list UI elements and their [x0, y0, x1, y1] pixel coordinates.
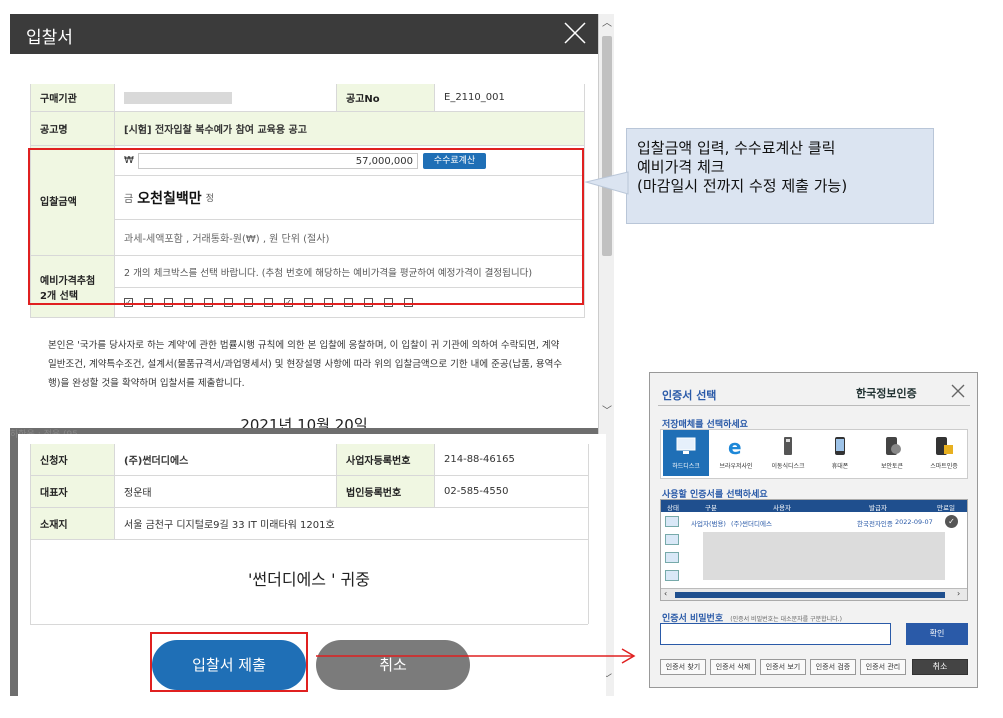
media-phone[interactable]: 휴대폰 — [817, 430, 863, 476]
scroll-up-icon[interactable]: ︿ — [601, 18, 613, 30]
scroll-down-icon[interactable]: ﹀ — [601, 406, 613, 418]
bid-form-upper: 구매기관 공고No E_2110_001 공고명 [시험] 전자입찰 복수예가 … — [10, 54, 598, 428]
corpno-value: 02-585-4550 — [434, 476, 588, 508]
cert-brand-logo: 한국정보인증 — [856, 387, 917, 400]
media-token[interactable]: 보안토큰 — [869, 430, 915, 476]
callout-line2: 예비가격 체크 — [637, 158, 725, 176]
col-issuer: 발급자 — [869, 504, 887, 512]
highlight-box — [28, 148, 584, 305]
smart-cert-icon — [933, 435, 955, 457]
storage-media-bar: 하드디스크 e 브라우저사인 이동식디스크 휴대폰 보안토큰 스마트인증 — [660, 429, 968, 479]
media-harddisk[interactable]: 하드디스크 — [663, 430, 709, 476]
phone-icon — [829, 435, 851, 457]
col-kind: 구분 — [705, 504, 717, 512]
cert-dialog-title: 인증서 선택 — [662, 389, 717, 402]
media-smart[interactable]: 스마트인증 — [921, 430, 967, 476]
scroll-left-icon[interactable]: ‹ — [664, 589, 667, 598]
redacted-block — [703, 532, 945, 580]
usb-icon — [777, 435, 799, 457]
check-icon: ✓ — [945, 515, 958, 528]
close-icon[interactable] — [562, 20, 588, 46]
buyer-label: 구매기관 — [30, 84, 114, 112]
buyer-value — [114, 84, 336, 112]
verify-cert-button[interactable]: 인증서 검증 — [810, 659, 856, 675]
view-cert-button[interactable]: 인증서 보기 — [760, 659, 806, 675]
scrollbar-thumb[interactable] — [675, 592, 945, 598]
media-label: 휴대폰 — [831, 463, 849, 470]
cert-icon — [665, 570, 679, 581]
arrow-icon — [316, 648, 636, 664]
instruction-callout: 입찰금액 입력, 수수료계산 클릭 예비가격 체크 (마감일시 전까지 수정 제… — [626, 128, 934, 224]
media-label: 이동식디스크 — [771, 463, 805, 470]
cert-icon — [665, 516, 679, 527]
browser-e-icon: e — [725, 435, 747, 459]
close-icon[interactable] — [950, 383, 966, 399]
password-input[interactable] — [660, 623, 891, 645]
col-expiry: 만료일 — [937, 504, 955, 512]
password-hint: (인증서 비밀번호는 대소문자를 구분합니다.) — [730, 616, 842, 623]
confirm-button[interactable]: 확인 — [906, 623, 968, 645]
recipient-text: '썬더디에스 ' 귀중 — [247, 570, 370, 589]
bid-dialog: 입찰서 ︿ ﹀ ﹀ 구매기관 공고No E_2110_001 공고명 [시험] … — [10, 14, 614, 696]
cert-button-bar: 인증서 찾기 인증서 삭제 인증서 보기 인증서 검증 인증서 관리 취소 — [660, 659, 970, 677]
monitor-icon — [675, 435, 697, 457]
ceo-label: 대표자 — [30, 476, 114, 508]
token-icon — [881, 435, 903, 457]
bizno-label: 사업자등록번호 — [336, 444, 434, 476]
media-label: 스마트인증 — [930, 463, 958, 470]
manage-cert-button[interactable]: 인증서 관리 — [860, 659, 906, 675]
cert-row[interactable]: 사업자(범용) (주)썬더디에스 한국전자인증 2022-09-07 ✓ — [661, 514, 967, 530]
cert-issuer: 한국전자인증 — [857, 520, 893, 528]
ceo-value: 정운태 — [114, 476, 336, 508]
corpno-label: 법인등록번호 — [336, 476, 434, 508]
callout-line1: 입찰금액 입력, 수수료계산 클릭 — [637, 139, 836, 157]
bizno-value: 214-88-46165 — [434, 444, 588, 476]
scrollbar-thumb[interactable] — [602, 36, 612, 256]
col-status: 상태 — [667, 504, 679, 512]
cert-cancel-button[interactable]: 취소 — [912, 659, 968, 675]
cert-list-header: 상태 구분 사용자 발급자 만료일 — [661, 500, 967, 512]
media-removable[interactable]: 이동식디스크 — [765, 430, 811, 476]
address-value: 서울 금천구 디지털로9길 33 IT 미래타워 1201호 — [114, 508, 588, 540]
col-user: 사용자 — [773, 504, 791, 512]
certificate-dialog: 인증서 선택 한국정보인증 저장매체를 선택하세요 하드디스크 e 브라우저사인… — [649, 372, 978, 688]
cert-icon — [665, 552, 679, 563]
notice-name-label: 공고명 — [30, 112, 114, 146]
delete-cert-button[interactable]: 인증서 삭제 — [710, 659, 756, 675]
scroll-right-icon[interactable]: › — [957, 589, 960, 598]
cert-list: 상태 구분 사용자 발급자 만료일 사업자(범용) (주)썬더디에스 한국전자인… — [660, 499, 968, 601]
dialog-header: 입찰서 — [10, 14, 598, 54]
notice-no-label: 공고No — [336, 84, 434, 112]
cert-icon — [665, 534, 679, 545]
submit-highlight-box — [150, 632, 308, 692]
media-label: 보안토큰 — [880, 463, 904, 470]
applicant-value: (주)썬더디에스 — [114, 444, 336, 476]
find-cert-button[interactable]: 인증서 찾기 — [660, 659, 706, 675]
bid-date: 2021년 10월 20일 — [240, 416, 368, 428]
notice-no-value: E_2110_001 — [434, 84, 584, 112]
redacted-block — [124, 91, 232, 104]
cert-expiry: 2022-09-07 — [895, 518, 933, 526]
pledge-text: 본인은 '국가를 당사자로 하는 계약'에 관한 법률시행 규칙에 의한 본 입… — [48, 340, 563, 389]
address-label: 소재지 — [30, 508, 114, 540]
callout-line3: (마감일시 전까지 수정 제출 가능) — [637, 177, 848, 195]
dialog-title: 입찰서 — [26, 28, 73, 48]
media-label: 하드디스크 — [672, 463, 700, 470]
cert-user: (주)썬더디에스 — [731, 520, 772, 528]
notice-name-value: [시험] 전자입찰 복수예가 참여 교육용 공고 — [114, 112, 584, 146]
cert-kind: 사업자(범용) — [691, 520, 726, 528]
cert-list-hscrollbar[interactable]: ‹ › — [661, 588, 967, 600]
callout-pointer — [584, 171, 629, 195]
applicant-label: 신청자 — [30, 444, 114, 476]
media-browser[interactable]: e 브라우저사인 — [713, 430, 759, 476]
media-label: 브라우저사인 — [719, 463, 753, 470]
svg-text:e: e — [728, 435, 742, 457]
